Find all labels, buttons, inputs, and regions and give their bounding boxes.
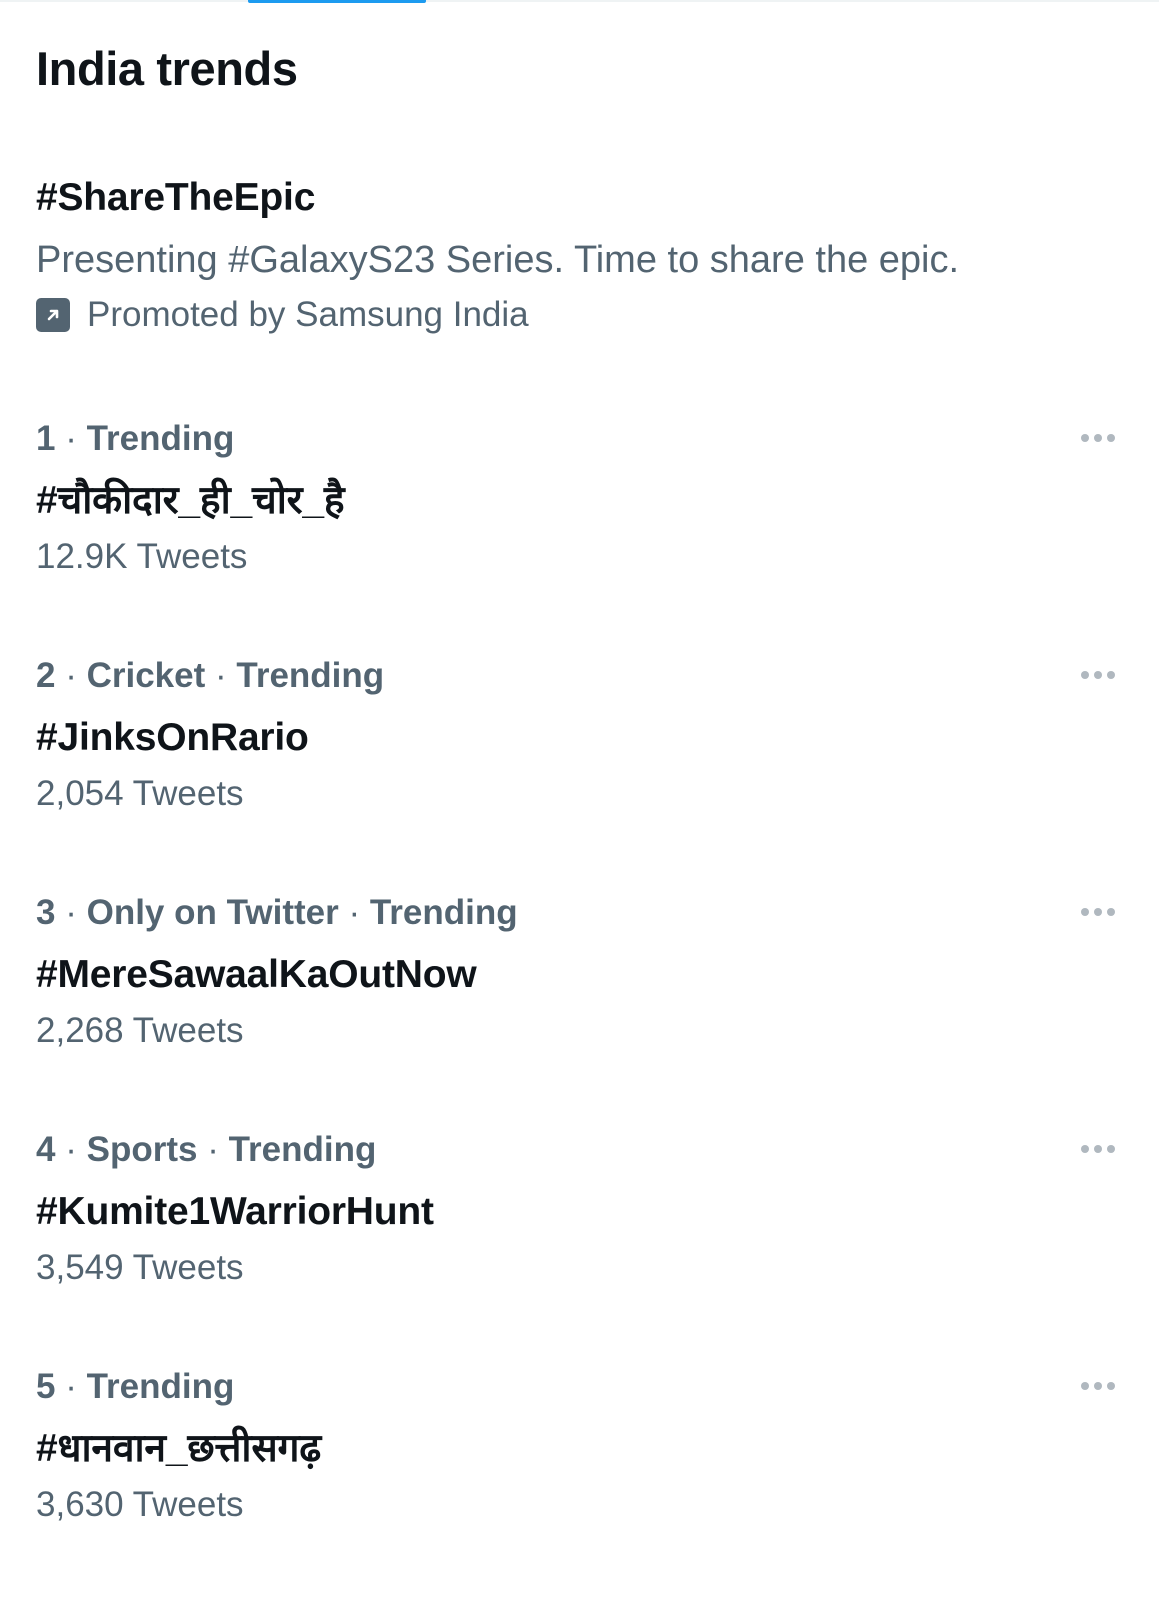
more-options-button[interactable] (1070, 655, 1126, 695)
more-dot (1107, 1382, 1115, 1390)
trend-rank: 5 (36, 1367, 56, 1406)
promoted-description: Presenting #GalaxyS23 Series. Time to sh… (36, 239, 960, 281)
promoted-trend[interactable]: #ShareTheEpic Presenting #GalaxyS23 Seri… (36, 170, 1126, 340)
more-dot (1094, 434, 1102, 442)
meta-separator: · (65, 1367, 77, 1406)
more-options-button[interactable] (1070, 1129, 1126, 1169)
more-options-button[interactable] (1070, 1366, 1126, 1406)
more-dot (1094, 1145, 1102, 1153)
more-horizontal-icon (1081, 434, 1089, 442)
more-horizontal-icon (1081, 1145, 1089, 1153)
trend-hashtag[interactable]: #Kumite1WarriorHunt (36, 1184, 1126, 1240)
meta-separator: · (65, 656, 77, 695)
trend-meta: 3 · Only on Twitter · Trending (36, 888, 1126, 938)
trend-tweet-count: 2,268 Tweets (36, 1011, 244, 1050)
trend-category: Sports (86, 1130, 198, 1169)
promoted-arrow-icon (36, 298, 70, 332)
trend-category: Only on Twitter (86, 893, 339, 932)
more-options-button[interactable] (1070, 418, 1126, 458)
trend-hashtag[interactable]: #MereSawaalKaOutNow (36, 947, 1126, 1003)
more-dot (1094, 671, 1102, 679)
trend-item[interactable]: 3 · Only on Twitter · Trending #MereSawa… (36, 888, 1126, 1056)
trend-rank: 3 (36, 893, 56, 932)
trend-context: Trending (86, 1367, 235, 1406)
meta-separator: · (65, 893, 77, 932)
trend-item[interactable]: 5 · Trending #धानवान_छत्तीसगढ़ 3,630 Twe… (36, 1362, 1126, 1530)
trend-context: Trending (236, 656, 385, 695)
trend-tweet-count: 2,054 Tweets (36, 774, 244, 813)
meta-separator: · (207, 1130, 219, 1169)
page-title: India trends (36, 42, 298, 95)
more-dot (1107, 671, 1115, 679)
promoted-by-label: Promoted by Samsung India (87, 295, 529, 334)
trend-context: Trending (369, 893, 518, 932)
trend-item[interactable]: 2 · Cricket · Trending #JinksOnRario 2,0… (36, 651, 1126, 819)
trend-context: Trending (228, 1130, 377, 1169)
meta-separator: · (348, 893, 361, 932)
trend-item[interactable]: 1 · Trending #चौकीदार_ही_चोर_है 12.9K Tw… (36, 414, 1126, 582)
trend-category: Cricket (86, 656, 206, 695)
meta-separator: · (215, 656, 227, 695)
trend-hashtag[interactable]: #JinksOnRario (36, 710, 1126, 766)
trend-meta: 2 · Cricket · Trending (36, 651, 1126, 701)
meta-separator: · (65, 419, 77, 458)
more-horizontal-icon (1081, 1382, 1089, 1390)
promoted-by-line: Promoted by Samsung India (36, 290, 1126, 340)
trend-meta: 1 · Trending (36, 414, 1126, 464)
meta-separator: · (65, 1130, 77, 1169)
trend-tweet-count: 3,549 Tweets (36, 1248, 244, 1287)
more-options-button[interactable] (1070, 892, 1126, 932)
trend-hashtag[interactable]: #धानवान_छत्तीसगढ़ (36, 1421, 1126, 1477)
more-dot (1107, 908, 1115, 916)
more-dot (1094, 908, 1102, 916)
more-dot (1107, 1145, 1115, 1153)
trend-item[interactable]: 4 · Sports · Trending #Kumite1WarriorHun… (36, 1125, 1126, 1293)
trend-tweet-count: 3,630 Tweets (36, 1485, 244, 1524)
trend-context: Trending (86, 419, 235, 458)
more-horizontal-icon (1081, 671, 1089, 679)
trend-hashtag[interactable]: #चौकीदार_ही_चोर_है (36, 473, 1126, 529)
more-horizontal-icon (1081, 908, 1089, 916)
more-dot (1107, 434, 1115, 442)
active-tab-indicator (248, 0, 426, 3)
trend-meta: 5 · Trending (36, 1362, 1126, 1412)
trend-rank: 1 (36, 419, 56, 458)
more-dot (1094, 1382, 1102, 1390)
top-divider (0, 0, 1159, 2)
trend-rank: 4 (36, 1130, 56, 1169)
promoted-hashtag[interactable]: #ShareTheEpic (36, 170, 1126, 226)
trend-tweet-count: 12.9K Tweets (36, 537, 248, 576)
trend-rank: 2 (36, 656, 56, 695)
trend-meta: 4 · Sports · Trending (36, 1125, 1126, 1175)
